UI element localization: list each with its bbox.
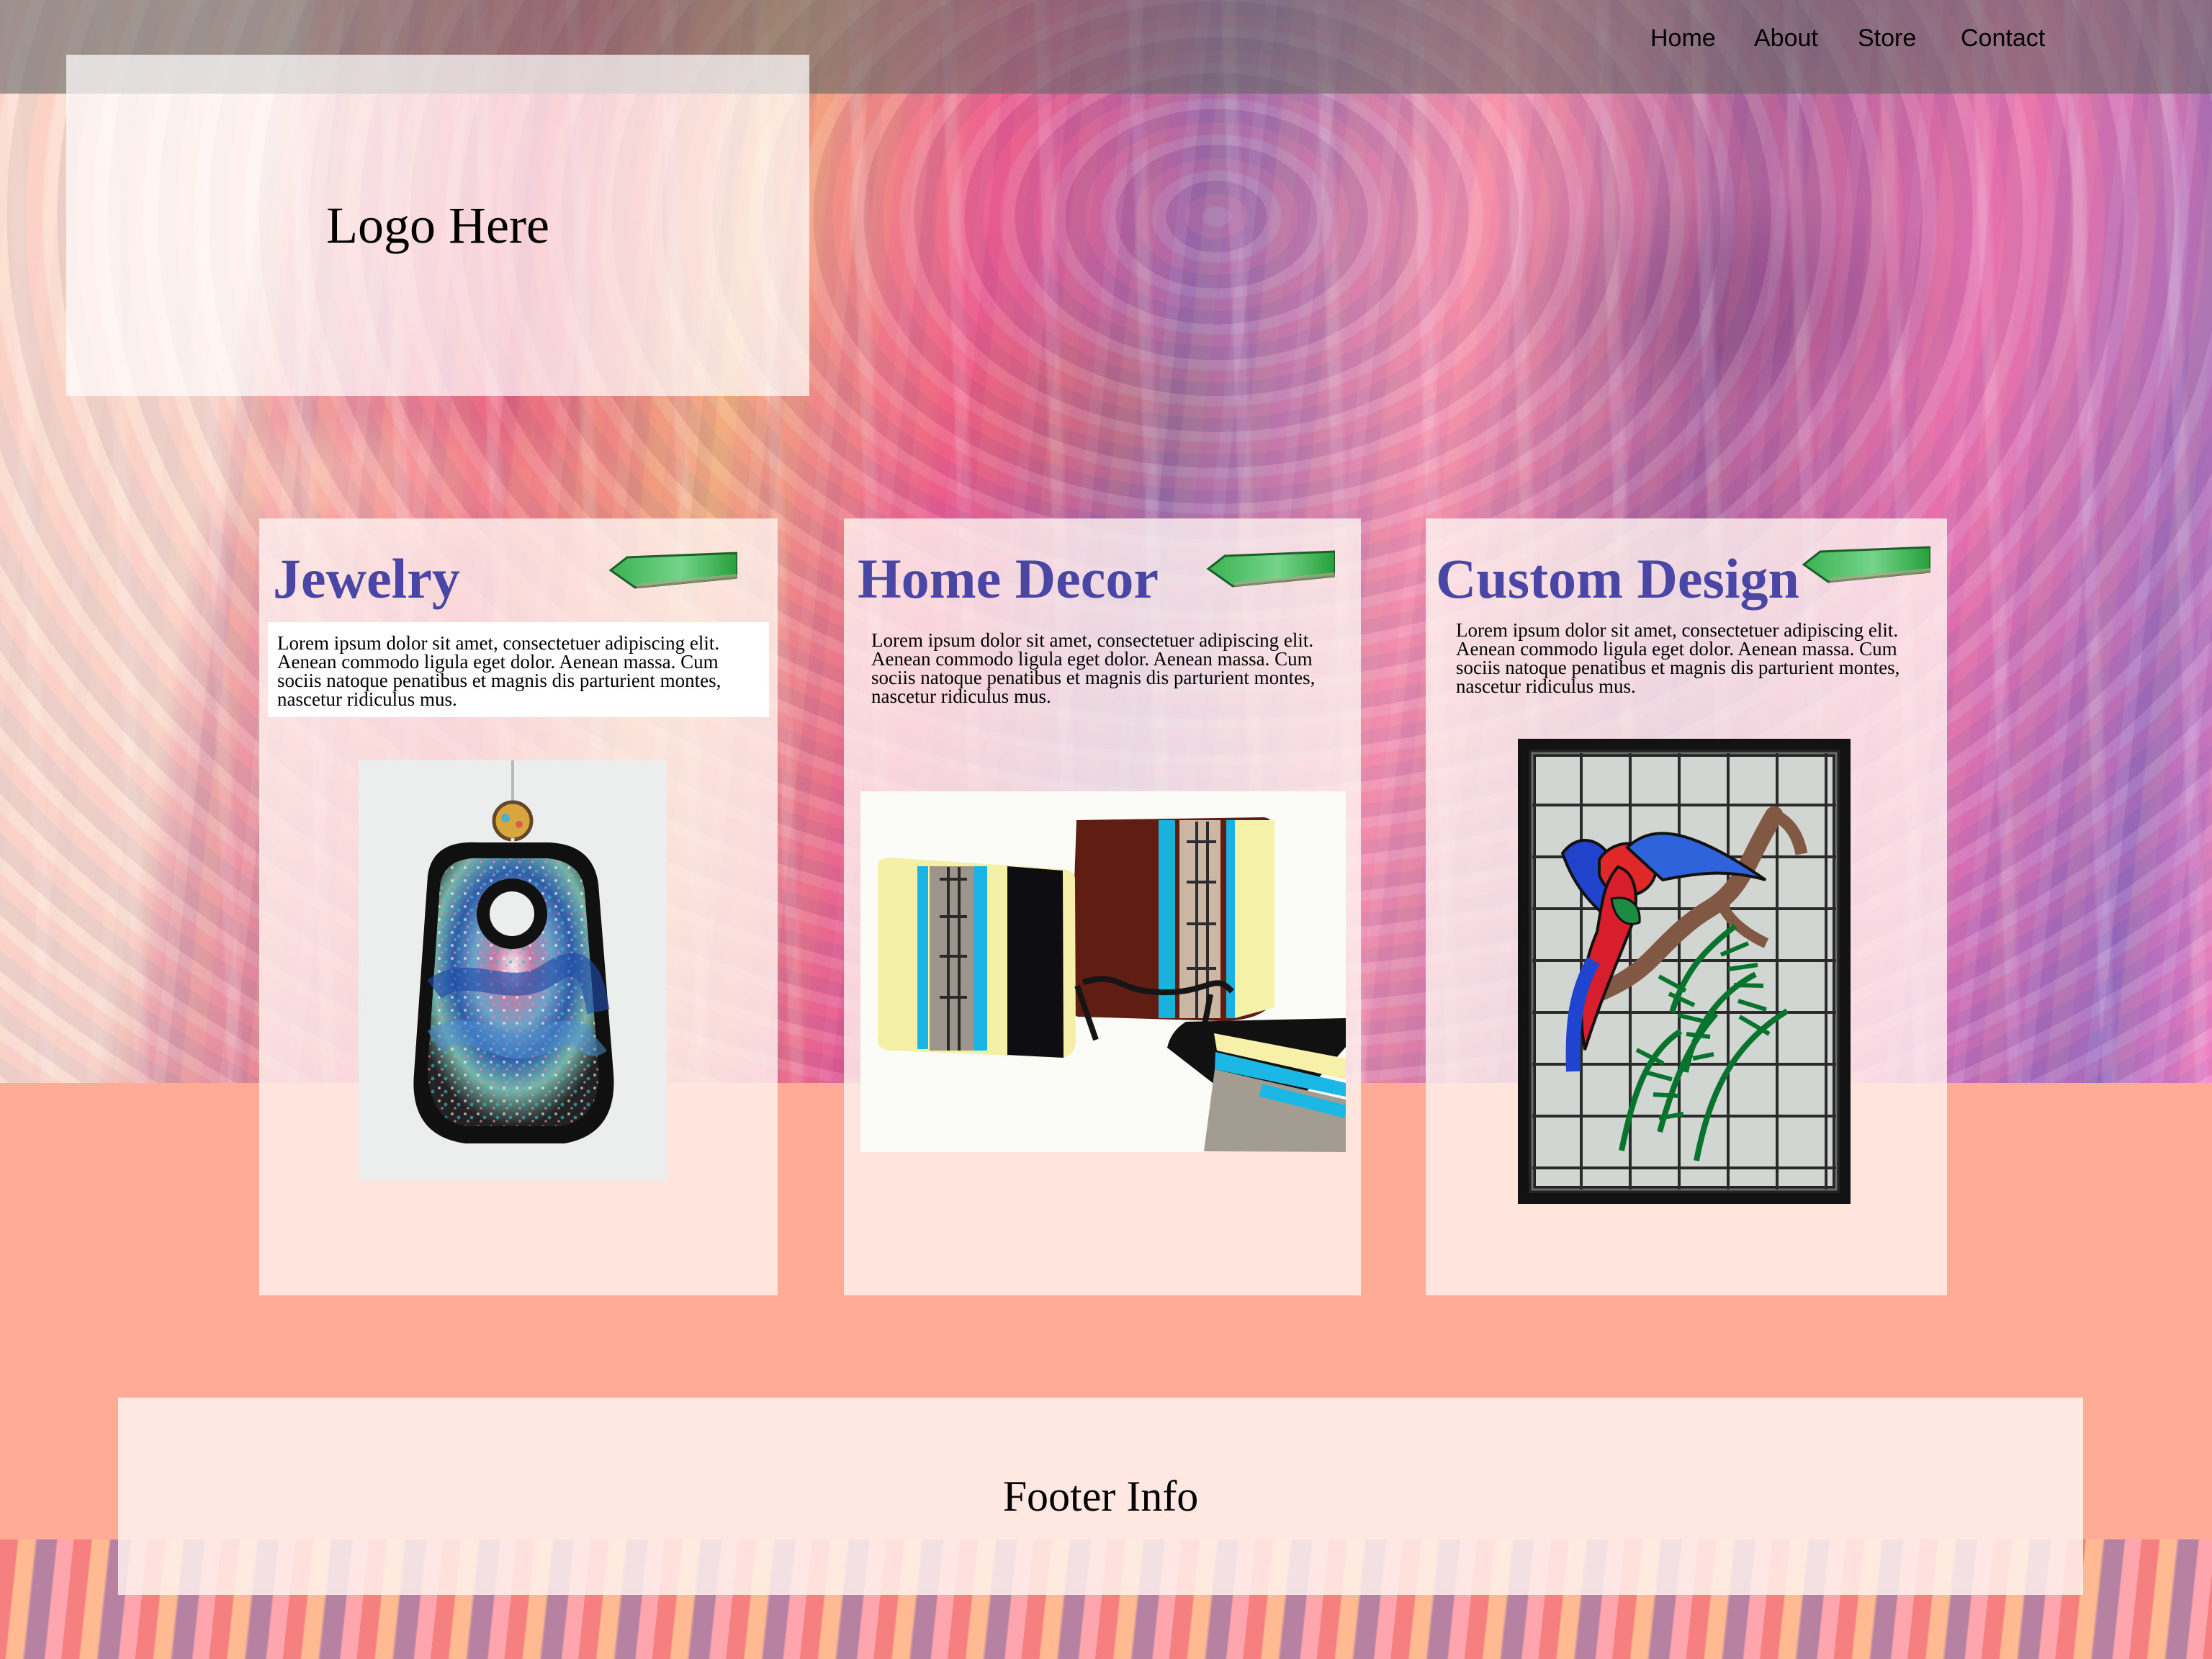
custom-design-description: Lorem ipsum dolor sit amet, consectetuer… (1456, 619, 1900, 697)
green-glass-icon (1802, 546, 1930, 583)
logo-placeholder: Logo Here (66, 55, 809, 396)
green-glass-icon (608, 552, 737, 589)
nav-about-link[interactable]: About (1754, 24, 1818, 53)
jewelry-title: Jewelry (273, 547, 460, 610)
footer-placeholder: Footer Info (118, 1398, 2083, 1595)
nav-home-link[interactable]: Home (1650, 24, 1716, 53)
logo-text: Logo Here (326, 196, 549, 254)
jewelry-pendant-image (359, 760, 667, 1181)
home-decor-description: Lorem ipsum dolor sit amet, consectetuer… (871, 629, 1316, 707)
glass-plates-image (860, 791, 1346, 1152)
custom-design-title: Custom Design (1436, 547, 1799, 610)
green-glass-icon (1206, 550, 1335, 588)
home-decor-title: Home Decor (858, 547, 1159, 610)
nav-store-link[interactable]: Store (1858, 24, 1916, 53)
nav-contact-link[interactable]: Contact (1961, 24, 2045, 53)
jewelry-description: Lorem ipsum dolor sit amet, consectetuer… (268, 622, 769, 717)
footer-text: Footer Info (1002, 1472, 1199, 1520)
page-canvas: Home About Store Contact Logo Here Jewel… (0, 0, 2212, 1659)
stained-glass-parrot-image (1518, 739, 1851, 1204)
